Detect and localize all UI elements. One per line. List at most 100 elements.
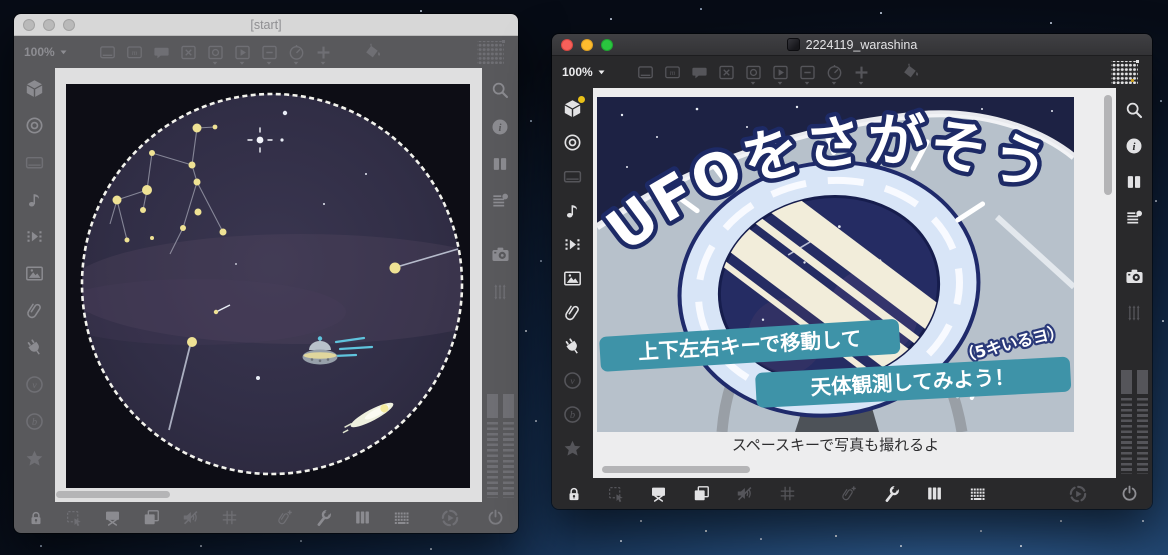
piano-icon[interactable]	[353, 508, 372, 527]
keyboard-icon[interactable]	[968, 484, 988, 504]
info-icon[interactable]	[1124, 136, 1144, 156]
x-box-icon[interactable]	[713, 60, 740, 84]
titlebar[interactable]: [start]	[14, 14, 518, 36]
wrench-icon[interactable]	[314, 508, 333, 527]
zoom-button[interactable]	[601, 39, 613, 51]
paint-bucket-icon[interactable]	[897, 60, 924, 84]
music-note-icon[interactable]	[562, 200, 583, 221]
clip-plus-icon[interactable]	[839, 484, 858, 503]
monitor-icon[interactable]	[24, 152, 45, 173]
circle-box-icon[interactable]	[202, 40, 229, 64]
minus-box-icon[interactable]	[794, 60, 821, 84]
film-icon[interactable]	[24, 226, 45, 247]
zoom-button[interactable]	[63, 19, 75, 31]
info-icon[interactable]	[490, 117, 510, 137]
plug-icon[interactable]	[24, 337, 45, 358]
layers-icon[interactable]	[692, 484, 711, 503]
lock-icon[interactable]	[27, 509, 45, 527]
timer-icon[interactable]	[821, 60, 848, 84]
columns-icon[interactable]	[490, 154, 510, 174]
select-icon[interactable]	[65, 509, 83, 527]
paint-bucket-icon[interactable]	[359, 40, 386, 64]
stage-area	[55, 68, 482, 502]
cube-icon[interactable]	[562, 96, 585, 119]
close-button[interactable]	[561, 39, 573, 51]
film-icon[interactable]	[562, 234, 583, 255]
sliders-icon[interactable]	[490, 282, 510, 302]
layers-icon[interactable]	[142, 508, 161, 527]
screen-icon[interactable]	[632, 60, 659, 84]
easel-icon[interactable]	[103, 508, 122, 527]
wrench-icon[interactable]	[882, 484, 901, 503]
screen-icon[interactable]	[94, 40, 121, 64]
mute-icon[interactable]	[181, 508, 200, 527]
monitor-icon[interactable]	[562, 166, 583, 187]
speech-bubble-icon[interactable]	[148, 40, 175, 64]
titlebar[interactable]: 2224119_warashina	[552, 34, 1152, 56]
lock-icon[interactable]	[565, 485, 583, 503]
m-box-icon[interactable]	[121, 40, 148, 64]
stage-canvas[interactable]	[66, 84, 470, 488]
b-badge-icon[interactable]	[24, 411, 45, 432]
power-icon[interactable]	[1120, 484, 1139, 503]
sliders-icon[interactable]	[1124, 303, 1144, 323]
minus-box-icon[interactable]	[256, 40, 283, 64]
document-proxy-icon[interactable]	[786, 38, 800, 51]
m-box-icon[interactable]	[659, 60, 686, 84]
camera-icon[interactable]	[490, 244, 511, 265]
circle-box-icon[interactable]	[740, 60, 767, 84]
play-circle-icon[interactable]	[440, 508, 460, 528]
zoom-dropdown[interactable]: 100%	[24, 45, 68, 59]
fader-bars[interactable]	[486, 394, 514, 498]
image-icon[interactable]	[24, 263, 45, 284]
target-icon[interactable]	[24, 115, 45, 136]
star-icon[interactable]	[24, 448, 45, 469]
minimize-button[interactable]	[581, 39, 593, 51]
plus-icon[interactable]	[310, 40, 337, 64]
star-icon[interactable]	[562, 438, 583, 459]
paperclip-icon[interactable]	[562, 302, 583, 323]
vertical-scrollbar[interactable]	[1104, 95, 1112, 195]
grid-icon[interactable]	[220, 508, 239, 527]
zoom-dropdown[interactable]: 100%	[562, 65, 606, 79]
pixel-grid-icon[interactable]	[1111, 59, 1139, 84]
easel-icon[interactable]	[649, 484, 668, 503]
speech-bubble-icon[interactable]	[686, 60, 713, 84]
plus-icon[interactable]	[848, 60, 875, 84]
search-icon[interactable]	[490, 80, 510, 100]
plug-icon[interactable]	[562, 336, 583, 357]
b-badge-icon[interactable]	[562, 404, 583, 425]
v-badge-icon[interactable]	[562, 370, 583, 391]
mute-icon[interactable]	[735, 484, 754, 503]
v-badge-icon[interactable]	[24, 374, 45, 395]
grid-icon[interactable]	[778, 484, 797, 503]
timer-icon[interactable]	[283, 40, 310, 64]
minimize-button[interactable]	[43, 19, 55, 31]
search-icon[interactable]	[1124, 100, 1144, 120]
cube-icon[interactable]	[24, 78, 45, 99]
stage-canvas[interactable]: UFOをさがそう （5キいるヨ） 上下左右キーで移動して 天体観測してみよう！	[597, 97, 1074, 432]
image-icon[interactable]	[562, 268, 583, 289]
target-icon[interactable]	[562, 132, 583, 153]
clip-plus-icon[interactable]	[275, 508, 294, 527]
horizontal-scrollbar[interactable]	[602, 466, 750, 473]
x-box-icon[interactable]	[175, 40, 202, 64]
camera-icon[interactable]	[1124, 266, 1145, 287]
columns-icon[interactable]	[1124, 172, 1144, 192]
paperclip-icon[interactable]	[24, 300, 45, 321]
play-box-icon[interactable]	[229, 40, 256, 64]
music-note-icon[interactable]	[24, 189, 45, 210]
power-icon[interactable]	[486, 508, 505, 527]
horizontal-scrollbar[interactable]	[56, 491, 170, 498]
left-icon-sidebar	[14, 68, 55, 502]
piano-icon[interactable]	[925, 484, 944, 503]
fader-bars[interactable]	[1120, 370, 1148, 474]
list-icon[interactable]	[490, 191, 510, 211]
select-icon[interactable]	[607, 485, 625, 503]
keyboard-icon[interactable]	[392, 508, 412, 528]
pixel-grid-icon[interactable]	[477, 39, 505, 64]
play-box-icon[interactable]	[767, 60, 794, 84]
close-button[interactable]	[23, 19, 35, 31]
list-icon[interactable]	[1124, 208, 1144, 228]
play-circle-icon[interactable]	[1068, 484, 1088, 504]
